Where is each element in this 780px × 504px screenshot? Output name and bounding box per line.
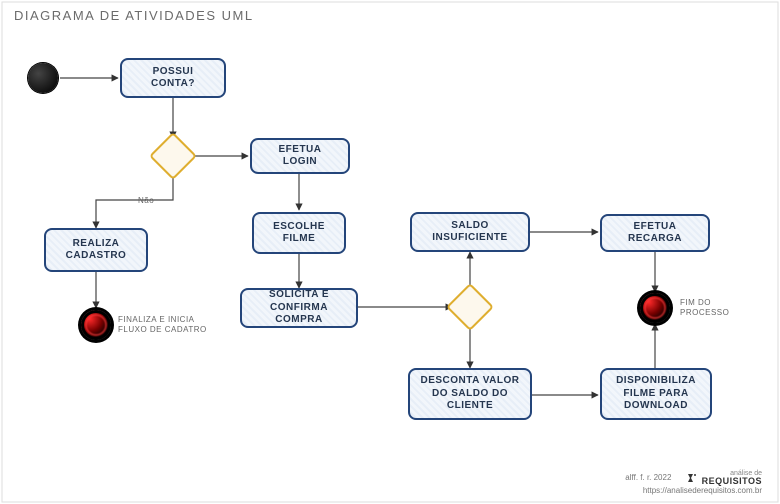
- logo-icon: [686, 472, 698, 484]
- end-node-cadastro: [81, 310, 111, 340]
- edge-label-nao: Não: [138, 196, 154, 205]
- decision-2: [446, 283, 494, 331]
- node-label: EFETUA RECARGA: [610, 221, 700, 246]
- footer-url: https://analisederequisitos.com.br: [643, 486, 762, 495]
- node-realiza-cadastro: REALIZA CADASTRO: [44, 228, 148, 272]
- brand-main: REQUISITOS: [702, 477, 762, 486]
- diagram-canvas: DIAGRAMA DE ATIVIDADES UML: [0, 0, 780, 504]
- node-solicita-confirma: SOLICITA E CONFIRMA COMPRA: [240, 288, 358, 328]
- node-efetua-recarga: EFETUA RECARGA: [600, 214, 710, 252]
- node-label: SALDO INSUFICIENTE: [420, 220, 520, 245]
- node-label: POSSUI CONTA?: [130, 66, 216, 91]
- node-desconta-valor: DESCONTA VALOR DO SALDO DO CLIENTE: [408, 368, 532, 420]
- node-label: REALIZA CADASTRO: [54, 238, 138, 263]
- node-escolhe-filme: ESCOLHE FILME: [252, 212, 346, 254]
- footer-credit: alff. f. r. 2022: [625, 473, 671, 482]
- node-label: DISPONIBILIZA FILME PARA DOWNLOAD: [610, 375, 702, 413]
- node-label: DESCONTA VALOR DO SALDO DO CLIENTE: [418, 375, 522, 413]
- end-label-cadastro: FINALIZA E INICIA FLUXO DE CADATRO: [118, 315, 208, 334]
- footer-brand: análise de REQUISITOS: [686, 470, 762, 486]
- end-node-processo: [640, 293, 670, 323]
- node-disponibiliza: DISPONIBILIZA FILME PARA DOWNLOAD: [600, 368, 712, 420]
- diagram-title: DIAGRAMA DE ATIVIDADES UML: [14, 8, 254, 23]
- footer: alff. f. r. 2022 análise de REQUISITOS h…: [625, 470, 762, 496]
- node-label: ESCOLHE FILME: [262, 221, 336, 246]
- node-possui-conta: POSSUI CONTA?: [120, 58, 226, 98]
- node-efetua-login: EFETUA LOGIN: [250, 138, 350, 174]
- decision-1: [149, 132, 197, 180]
- node-saldo-insuficiente: SALDO INSUFICIENTE: [410, 212, 530, 252]
- node-label: SOLICITA E CONFIRMA COMPRA: [250, 289, 348, 327]
- start-node: [28, 63, 58, 93]
- node-label: EFETUA LOGIN: [260, 144, 340, 169]
- end-label-processo: FIM DO PROCESSO: [680, 298, 750, 317]
